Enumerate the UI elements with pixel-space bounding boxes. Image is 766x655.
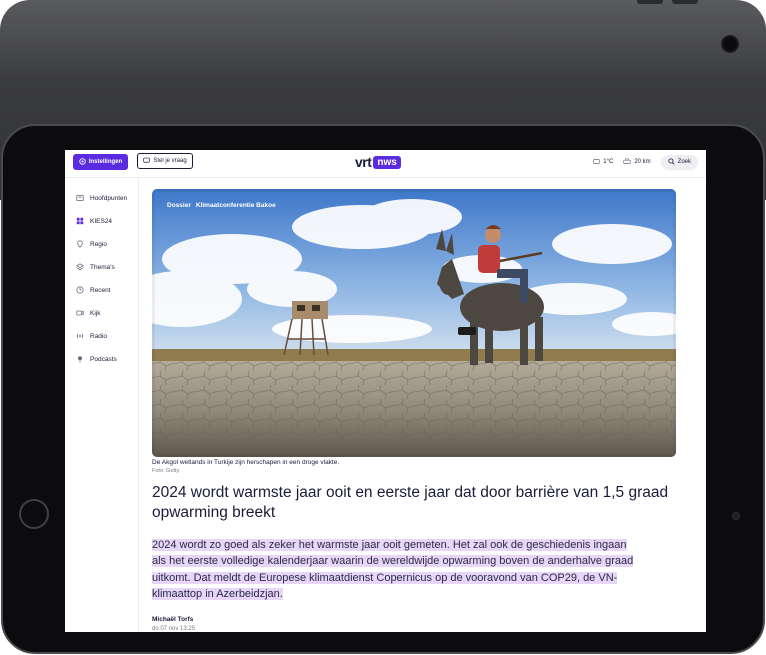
sidebar-item-label: Kijk (90, 309, 101, 317)
ask-label: Stel je vraag (153, 158, 187, 164)
volume-button (672, 0, 698, 4)
radio-icon (76, 332, 84, 340)
settings-icon (79, 157, 86, 167)
temperature-value: 1°C (603, 159, 614, 165)
sidebar-item-recent[interactable]: Recent (76, 284, 111, 296)
article-lead: 2024 wordt zo goed als zeker het warmste… (152, 537, 642, 603)
search-label: Zoek (677, 159, 691, 165)
image-caption: De Akgol wetlands in Turkije zijn hersch… (152, 459, 340, 466)
tag-topic[interactable]: Klimaatconferentie Bakoe (196, 202, 276, 209)
sidebar-item-radio[interactable]: Radio (76, 330, 107, 342)
clock-icon (76, 286, 84, 294)
sensor-icon (732, 512, 740, 520)
grid-icon (76, 217, 84, 225)
search-button[interactable]: Zoek (660, 154, 698, 170)
podcast-icon (76, 355, 84, 363)
headlines-icon (76, 194, 84, 202)
tag-dossier[interactable]: Dossier (167, 202, 191, 209)
hero-image[interactable]: Dossier Klimaatconferentie Bakoe (152, 189, 676, 457)
weather-widget[interactable]: 1°C (593, 158, 613, 167)
car-icon (623, 158, 631, 167)
sidebar-item-podcasts[interactable]: Podcasts (76, 353, 117, 365)
tablet-screen: Instellingen Stel je vraag vrt nws 1°C 2… (65, 150, 706, 632)
sidebar-item-label: KIES24 (90, 217, 113, 225)
sidebar-item-label: Recent (90, 286, 111, 294)
home-button[interactable] (19, 499, 49, 529)
weather-icon (593, 158, 600, 167)
article-headline: 2024 wordt warmste jaar ooit en eerste j… (152, 484, 669, 521)
sidebar-item-themas[interactable]: Thema's (76, 261, 115, 273)
settings-button[interactable]: Instellingen (73, 154, 128, 170)
sidebar: Hoofdpunten KIES24 Regio Thema's Recent (65, 178, 139, 632)
top-bar: Instellingen Stel je vraag vrt nws 1°C 2… (65, 150, 706, 178)
settings-label: Instellingen (88, 159, 123, 165)
volume-button (637, 0, 663, 4)
sidebar-item-label: Podcasts (90, 355, 117, 363)
sidebar-item-label: Radio (90, 332, 107, 340)
sidebar-item-label: Regio (90, 240, 107, 248)
hero-photo (152, 189, 676, 457)
article-author[interactable]: Michaël Torfs (152, 616, 193, 623)
video-icon (76, 309, 84, 317)
vrt-nws-logo[interactable]: vrt nws (355, 154, 401, 170)
sidebar-item-kies24[interactable]: KIES24 (76, 215, 112, 227)
distance-value: 20 km (634, 159, 651, 165)
ask-question-button[interactable]: Stel je vraag (137, 153, 193, 169)
hero-tags: Dossier Klimaatconferentie Bakoe (167, 202, 276, 209)
sidebar-item-label: Hoofdpunten (90, 194, 128, 202)
image-credit: Foto: Getty (152, 468, 180, 474)
layers-icon (76, 263, 84, 271)
location-pin-icon (76, 240, 84, 248)
sidebar-item-hoofdpunten[interactable]: Hoofdpunten (76, 192, 127, 204)
article-lead-text: 2024 wordt zo goed als zeker het warmste… (152, 539, 634, 601)
sidebar-item-label: Thema's (90, 263, 115, 271)
traffic-widget[interactable]: 20 km (623, 158, 651, 167)
sidebar-item-kijk[interactable]: Kijk (76, 307, 100, 319)
top-right-tools: 1°C 20 km Zoek (593, 154, 698, 170)
camera-icon (721, 35, 739, 53)
sidebar-item-regio[interactable]: Regio (76, 238, 107, 250)
logo-vrt: vrt (355, 154, 372, 170)
chat-icon (143, 157, 150, 166)
search-icon (668, 157, 675, 167)
article-date: do 07 nov 13:25 (152, 626, 196, 632)
logo-nws: nws (373, 155, 401, 169)
